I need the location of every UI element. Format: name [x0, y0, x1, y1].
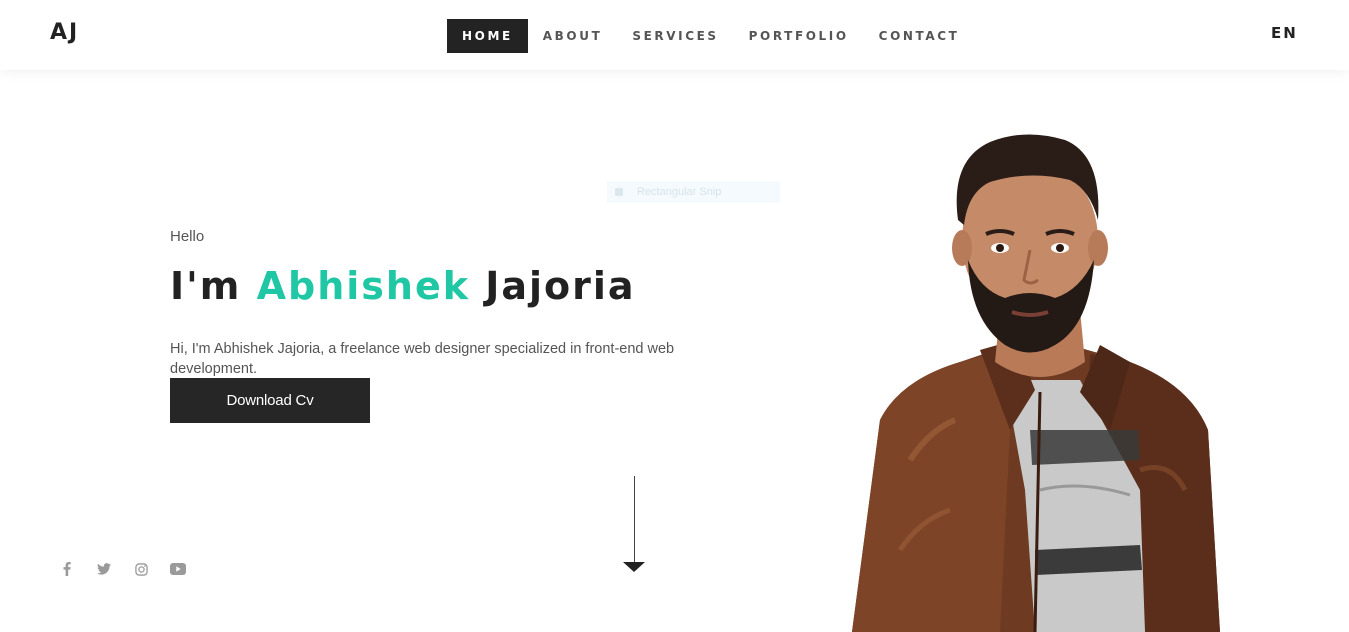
nav-portfolio[interactable]: PORTFOLIO [734, 19, 864, 53]
download-cv-button[interactable]: Download Cv [170, 378, 370, 423]
snip-label: Rectangular Snip [637, 186, 722, 198]
instagram-icon[interactable] [132, 560, 150, 578]
rectangular-snip-overlay: Rectangular Snip [607, 181, 780, 203]
nav-contact[interactable]: CONTACT [864, 19, 975, 53]
headline-name-accent: Abhishek [256, 264, 471, 308]
headline-prefix: I'm [170, 264, 257, 308]
site-logo[interactable]: AJ [50, 20, 79, 45]
snip-icon [615, 188, 623, 197]
twitter-icon[interactable] [95, 560, 113, 578]
nav-services[interactable]: SERVICES [617, 19, 733, 53]
language-switcher[interactable]: EN [1271, 24, 1298, 42]
headline-surname: Jajoria [470, 264, 636, 308]
nav-home[interactable]: HOME [447, 19, 528, 53]
youtube-icon[interactable] [169, 560, 187, 578]
page: AJ HOME ABOUT SERVICES PORTFOLIO CONTACT… [0, 0, 1349, 632]
site-header: AJ HOME ABOUT SERVICES PORTFOLIO CONTACT… [0, 0, 1349, 70]
main-nav: HOME ABOUT SERVICES PORTFOLIO CONTACT [447, 19, 974, 53]
social-links [58, 560, 206, 578]
scroll-line [634, 476, 635, 562]
profile-photo [852, 134, 1220, 632]
hero-greeting: Hello [170, 228, 205, 245]
facebook-icon[interactable] [58, 560, 76, 578]
nav-about[interactable]: ABOUT [528, 19, 618, 53]
scroll-down-arrow-icon[interactable] [623, 562, 645, 572]
hero-headline: I'm Abhishek Jajoria [170, 262, 636, 310]
hero-description: Hi, I'm Abhishek Jajoria, a freelance we… [170, 340, 675, 377]
